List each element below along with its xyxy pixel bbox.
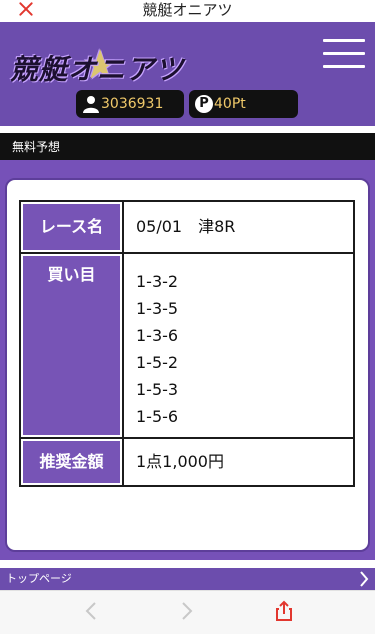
browser-toolbar — [0, 590, 375, 634]
user-id-badge: 3036931 — [76, 90, 184, 118]
points-badge: P 40Pt — [189, 90, 298, 118]
bet-item: 1-3-5 — [136, 299, 179, 318]
user-id: 3036931 — [101, 96, 164, 112]
app-title: 競艇オニアツ — [142, 1, 233, 19]
table-row-race: レース名 05/01 津8R — [21, 202, 353, 254]
bet-item: 1-5-3 — [136, 380, 179, 399]
bet-item: 1-5-6 — [136, 407, 179, 426]
race-label: レース名 — [21, 202, 124, 252]
race-value: 05/01 津8R — [136, 217, 236, 236]
table-row-bets: 買い目 1-3-2 1-3-5 1-3-6 1-5-2 1-5-3 1-5-6 — [21, 254, 353, 439]
bet-item: 1-3-6 — [136, 326, 179, 345]
amount-value: 1点1,000円 — [136, 452, 224, 471]
amount-label: 推奨金額 — [21, 439, 124, 485]
chevron-right-icon — [359, 569, 369, 589]
hamburger-menu-icon[interactable] — [323, 39, 365, 69]
logo-text: 競艇オニアツ — [10, 53, 185, 86]
bets-list: 1-3-2 1-3-5 1-3-6 1-5-2 1-5-3 1-5-6 — [136, 268, 178, 430]
top-page-link[interactable]: トップページ — [0, 568, 375, 590]
site-logo[interactable]: ★ 競艇オニアツ — [10, 44, 185, 86]
table-row-amount: 推奨金額 1点1,000円 — [21, 439, 353, 485]
site-header: ★ 競艇オニアツ 3036931 P 40Pt — [0, 22, 375, 126]
top-page-label: トップページ — [6, 572, 72, 585]
app-top-bar: 競艇オニアツ — [0, 0, 375, 22]
section-heading: 無料予想 — [0, 133, 375, 160]
share-icon[interactable] — [272, 599, 296, 623]
bet-item: 1-5-2 — [136, 353, 179, 372]
forward-arrow-icon[interactable] — [174, 599, 198, 623]
section-title: 無料予想 — [12, 140, 61, 154]
prediction-table: レース名 05/01 津8R 買い目 1-3-2 1-3-5 1-3-6 1-5… — [19, 200, 355, 487]
close-icon[interactable] — [16, 0, 36, 18]
bet-item: 1-3-2 — [136, 272, 179, 291]
points-icon: P — [195, 95, 213, 113]
points-value: 40Pt — [214, 96, 246, 112]
user-icon — [82, 95, 100, 113]
back-arrow-icon[interactable] — [80, 599, 104, 623]
bets-label: 買い目 — [21, 254, 124, 437]
